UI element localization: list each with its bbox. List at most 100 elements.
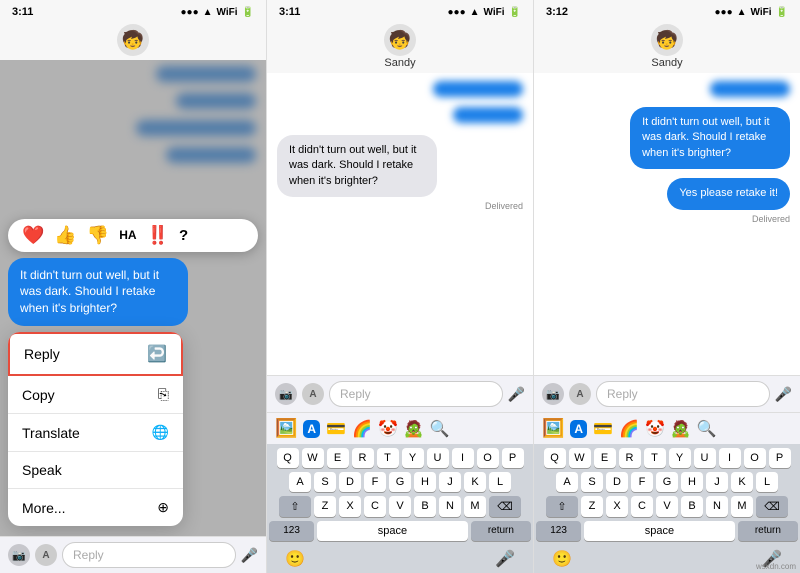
app-photos-3[interactable]: 🖼️ <box>542 418 564 439</box>
key-c-3[interactable]: C <box>631 496 653 517</box>
context-menu-more[interactable]: More... ⊕ <box>8 489 183 526</box>
app-store-2[interactable]: A <box>303 420 320 438</box>
key-g-3[interactable]: G <box>656 472 678 492</box>
key-l-2[interactable]: L <box>489 472 511 492</box>
key-b-3[interactable]: B <box>681 496 703 517</box>
key-l-3[interactable]: L <box>756 472 778 492</box>
app-icon-3[interactable]: A <box>569 383 591 405</box>
app-emoji1-3[interactable]: 🤡 <box>645 419 665 439</box>
app-pay-2[interactable]: 💳 <box>326 419 346 439</box>
context-menu-translate[interactable]: Translate 🌐 <box>8 414 183 452</box>
emoji-icon-2[interactable]: 🙂 <box>285 549 305 569</box>
key-h-3[interactable]: H <box>681 472 703 492</box>
key-return-3[interactable]: return <box>738 521 798 541</box>
message-input-3[interactable]: Reply <box>596 381 770 407</box>
key-s-3[interactable]: S <box>581 472 603 492</box>
key-x-3[interactable]: X <box>606 496 628 517</box>
app-search-3[interactable]: 🔍 <box>697 419 717 439</box>
app-search-2[interactable]: 🔍 <box>430 419 450 439</box>
camera-icon-3[interactable]: 📷 <box>542 383 564 405</box>
key-delete-3[interactable]: ⌫ <box>756 496 788 517</box>
key-f-2[interactable]: F <box>364 472 386 492</box>
key-i-2[interactable]: I <box>452 448 474 468</box>
key-k-2[interactable]: K <box>464 472 486 492</box>
key-x-2[interactable]: X <box>339 496 361 517</box>
camera-icon-2[interactable]: 📷 <box>275 383 297 405</box>
key-delete-2[interactable]: ⌫ <box>489 496 521 517</box>
key-c-2[interactable]: C <box>364 496 386 517</box>
app-rainbow-2[interactable]: 🌈 <box>352 419 372 439</box>
key-d-3[interactable]: D <box>606 472 628 492</box>
app-emoji2-2[interactable]: 🧟 <box>404 419 424 439</box>
app-emoji2-3[interactable]: 🧟 <box>671 419 691 439</box>
mic-bottom-2[interactable]: 🎤 <box>495 549 515 569</box>
key-z-2[interactable]: Z <box>314 496 336 517</box>
key-s-2[interactable]: S <box>314 472 336 492</box>
key-num-3[interactable]: 123 <box>536 521 581 541</box>
reaction-question[interactable]: ? <box>179 227 188 244</box>
key-h-2[interactable]: H <box>414 472 436 492</box>
key-shift-3[interactable]: ⇧ <box>546 496 578 517</box>
reaction-thumbdown[interactable]: 👎 <box>87 225 109 246</box>
key-g-2[interactable]: G <box>389 472 411 492</box>
key-f-3[interactable]: F <box>631 472 653 492</box>
key-v-2[interactable]: V <box>389 496 411 517</box>
app-emoji1-2[interactable]: 🤡 <box>378 419 398 439</box>
message-input-2[interactable]: Reply <box>329 381 503 407</box>
key-p-3[interactable]: P <box>769 448 791 468</box>
message-input-1[interactable]: Reply <box>62 542 236 568</box>
key-r-2[interactable]: R <box>352 448 374 468</box>
key-t-3[interactable]: T <box>644 448 666 468</box>
key-o-2[interactable]: O <box>477 448 499 468</box>
context-menu-copy[interactable]: Copy ⎘ <box>8 376 183 414</box>
key-t-2[interactable]: T <box>377 448 399 468</box>
app-icon-1[interactable]: A <box>35 544 57 566</box>
key-e-2[interactable]: E <box>327 448 349 468</box>
emoji-icon-3[interactable]: 🙂 <box>552 549 572 569</box>
reaction-haha[interactable]: HA <box>119 228 136 242</box>
context-menu-reply[interactable]: Reply ↩️ <box>8 332 183 376</box>
key-o-3[interactable]: O <box>744 448 766 468</box>
app-icon-2[interactable]: A <box>302 383 324 405</box>
key-q-3[interactable]: Q <box>544 448 566 468</box>
app-store-3[interactable]: A <box>570 420 587 438</box>
reaction-exclaim[interactable]: ‼️ <box>147 225 169 246</box>
key-e-3[interactable]: E <box>594 448 616 468</box>
key-a-2[interactable]: A <box>289 472 311 492</box>
mic-icon-2[interactable]: 🎤 <box>508 386 525 403</box>
key-k-3[interactable]: K <box>731 472 753 492</box>
key-return-2[interactable]: return <box>471 521 531 541</box>
key-q-2[interactable]: Q <box>277 448 299 468</box>
key-y-3[interactable]: Y <box>669 448 691 468</box>
mic-icon-3[interactable]: 🎤 <box>775 386 792 403</box>
context-menu-speak[interactable]: Speak <box>8 452 183 489</box>
reaction-thumbup[interactable]: 👍 <box>54 225 76 246</box>
key-u-2[interactable]: U <box>427 448 449 468</box>
app-pay-3[interactable]: 💳 <box>593 419 613 439</box>
key-i-3[interactable]: I <box>719 448 741 468</box>
key-m-3[interactable]: M <box>731 496 753 517</box>
key-space-3[interactable]: space <box>584 521 735 541</box>
app-rainbow-3[interactable]: 🌈 <box>619 419 639 439</box>
key-space-2[interactable]: space <box>317 521 468 541</box>
key-b-2[interactable]: B <box>414 496 436 517</box>
key-w-3[interactable]: W <box>569 448 591 468</box>
key-u-3[interactable]: U <box>694 448 716 468</box>
key-v-3[interactable]: V <box>656 496 678 517</box>
key-m-2[interactable]: M <box>464 496 486 517</box>
key-j-3[interactable]: J <box>706 472 728 492</box>
key-d-2[interactable]: D <box>339 472 361 492</box>
key-n-2[interactable]: N <box>439 496 461 517</box>
camera-icon-1[interactable]: 📷 <box>8 544 30 566</box>
key-p-2[interactable]: P <box>502 448 524 468</box>
key-j-2[interactable]: J <box>439 472 461 492</box>
key-w-2[interactable]: W <box>302 448 324 468</box>
key-a-3[interactable]: A <box>556 472 578 492</box>
app-photos-2[interactable]: 🖼️ <box>275 418 297 439</box>
key-n-3[interactable]: N <box>706 496 728 517</box>
mic-icon-1[interactable]: 🎤 <box>241 547 258 564</box>
reaction-heart[interactable]: ❤️ <box>22 225 44 246</box>
key-r-3[interactable]: R <box>619 448 641 468</box>
key-shift-2[interactable]: ⇧ <box>279 496 311 517</box>
key-z-3[interactable]: Z <box>581 496 603 517</box>
